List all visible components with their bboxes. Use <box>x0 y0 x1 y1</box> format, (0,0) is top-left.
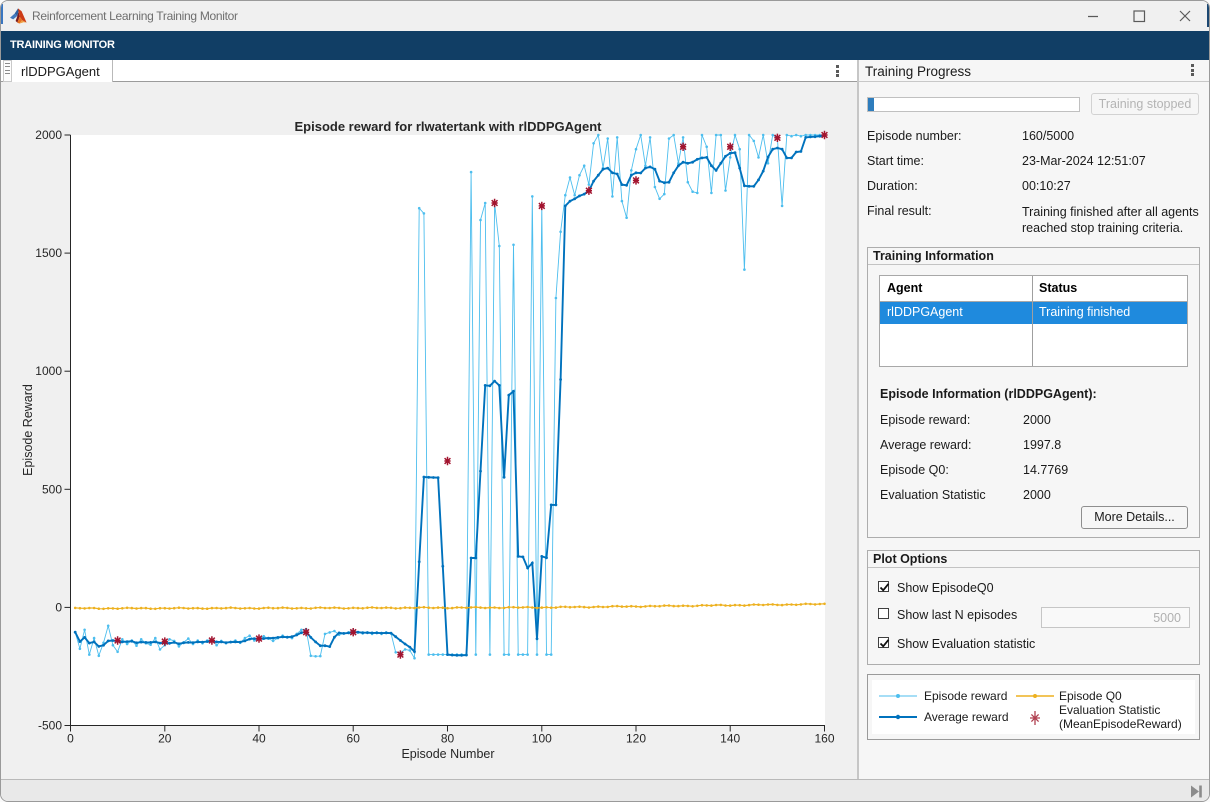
svg-text:0: 0 <box>67 732 74 746</box>
svg-text:Episode Number: Episode Number <box>401 747 494 761</box>
svg-text:40: 40 <box>252 732 266 746</box>
svg-text:2000: 2000 <box>35 128 62 142</box>
svg-text:120: 120 <box>626 732 646 746</box>
svg-text:1000: 1000 <box>35 364 62 378</box>
svg-text:Episode reward for rlwatertank: Episode reward for rlwatertank with rlDD… <box>295 119 603 134</box>
svg-text:80: 80 <box>441 732 455 746</box>
svg-text:1500: 1500 <box>35 246 62 260</box>
svg-text:500: 500 <box>42 482 62 496</box>
svg-text:140: 140 <box>720 732 740 746</box>
svg-text:60: 60 <box>347 732 361 746</box>
svg-text:160: 160 <box>814 732 834 746</box>
svg-text:20: 20 <box>158 732 172 746</box>
svg-text:0: 0 <box>55 600 62 614</box>
svg-text:-500: -500 <box>38 719 62 733</box>
svg-text:Episode Reward: Episode Reward <box>21 384 35 476</box>
svg-text:100: 100 <box>532 732 552 746</box>
